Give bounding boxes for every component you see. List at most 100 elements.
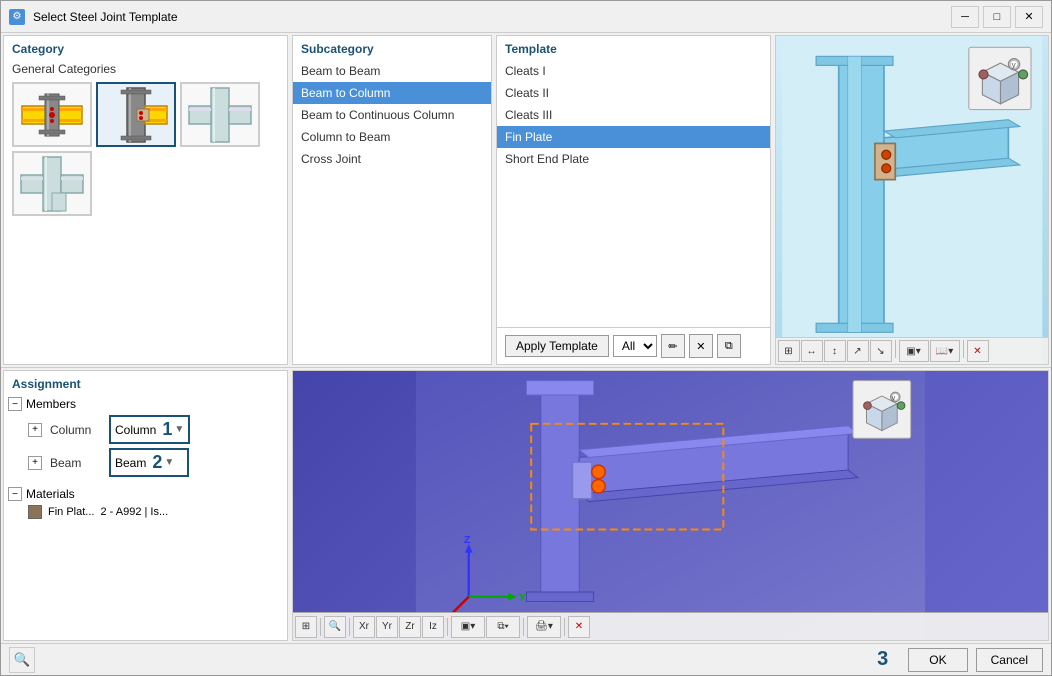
- svg-text:Z: Z: [464, 534, 471, 546]
- category-header: Category: [4, 36, 287, 60]
- category-item-1[interactable]: [12, 82, 92, 147]
- preview-tb-btn-1[interactable]: ⊞: [778, 340, 800, 362]
- template-item-5[interactable]: Short End Plate: [497, 148, 770, 170]
- title-bar-controls: ─ □ ✕: [951, 6, 1043, 28]
- template-item-4[interactable]: Fin Plate: [497, 126, 770, 148]
- filter-dropdown[interactable]: All: [613, 335, 657, 357]
- column-expand[interactable]: +: [28, 423, 42, 437]
- template-copy-button[interactable]: ⧉: [717, 334, 741, 358]
- beam-number: 2: [152, 452, 162, 473]
- template-list: Cleats I Cleats II Cleats III Fin Plate …: [497, 60, 770, 327]
- beam-value: Beam: [115, 456, 146, 470]
- material-color-swatch: [28, 505, 42, 519]
- viewport-svg: y Z: [293, 371, 1048, 640]
- top-section: Category General Categories: [1, 33, 1051, 368]
- ok-button[interactable]: OK: [908, 648, 967, 672]
- title-bar: ⚙ Select Steel Joint Template ─ □ ✕: [1, 1, 1051, 33]
- beam-member-row: + Beam Beam 2 ▼: [4, 446, 287, 479]
- preview-tb-btn-2[interactable]: ↔: [801, 340, 823, 362]
- vp-sep-2: [447, 618, 448, 636]
- category-item-4[interactable]: [12, 151, 92, 216]
- subcategory-item-3[interactable]: Beam to Continuous Column: [293, 104, 491, 126]
- close-button[interactable]: ✕: [1015, 6, 1043, 28]
- template-item-3[interactable]: Cleats III: [497, 104, 770, 126]
- beam-dropdown[interactable]: Beam 2 ▼: [109, 448, 189, 477]
- preview-bottom-toolbar: ⊞ ↔ ↕ ↗ ↘ ▣▾ 📖▾ ✕: [776, 337, 1049, 364]
- preview-panel: y ⊞ ↔ ↕ ↗ ↘ ▣▾ 📖▾: [775, 35, 1050, 365]
- preview-tb-btn-4[interactable]: ↗: [847, 340, 869, 362]
- category-grid: [4, 82, 287, 216]
- vp-sep-0: [320, 618, 321, 636]
- tb-sep-1: [895, 340, 896, 358]
- vp-tb-btn-5[interactable]: Zr: [399, 616, 421, 638]
- materials-label: Materials: [26, 487, 283, 501]
- step-number: 3: [877, 648, 888, 671]
- material-label: Fin Plat...: [48, 506, 94, 518]
- category-item-3[interactable]: [180, 82, 260, 147]
- svg-text:y: y: [1011, 61, 1015, 70]
- vp-tb-btn-3[interactable]: Xr: [353, 616, 375, 638]
- vp-tb-btn-8[interactable]: ⧉▾: [486, 616, 520, 638]
- template-item-2[interactable]: Cleats II: [497, 82, 770, 104]
- viewport-bottom-toolbar: ⊞ 🔍 Xr Yr Zr Iz ▣▾ ⧉▾ 🖨▾: [293, 612, 1048, 640]
- bottom-section: Assignment − Members + Column Column 1 ▼: [1, 368, 1051, 643]
- tb-sep-2: [963, 340, 964, 358]
- members-tree-item[interactable]: − Members: [4, 395, 287, 413]
- vp-tb-btn-2[interactable]: 🔍: [324, 616, 346, 638]
- t-joint-icon: [17, 155, 87, 213]
- subcategory-item-2[interactable]: Beam to Column: [293, 82, 491, 104]
- vp-sep-3: [523, 618, 524, 636]
- column-number: 1: [162, 419, 172, 440]
- template-edit-button[interactable]: ✏: [661, 334, 685, 358]
- preview-tb-btn-6[interactable]: ▣▾: [899, 340, 929, 362]
- preview-tb-btn-5[interactable]: ↘: [870, 340, 892, 362]
- vp-tb-btn-6[interactable]: Iz: [422, 616, 444, 638]
- template-item-1[interactable]: Cleats I: [497, 60, 770, 82]
- footer-right: 3 OK Cancel: [877, 648, 1043, 672]
- svg-text:y: y: [891, 393, 895, 402]
- maximize-button[interactable]: □: [983, 6, 1011, 28]
- vp-tb-btn-4[interactable]: Yr: [376, 616, 398, 638]
- materials-expand[interactable]: −: [8, 487, 22, 501]
- material-row: Fin Plat... 2 - A992 | Is...: [4, 503, 287, 521]
- beam-column-icon: [101, 86, 171, 144]
- vp-sep-4: [564, 618, 565, 636]
- footer-left: 🔍: [9, 647, 35, 673]
- main-window: ⚙ Select Steel Joint Template ─ □ ✕ Cate…: [0, 0, 1052, 676]
- subcategory-item-5[interactable]: Cross Joint: [293, 148, 491, 170]
- vp-sep-1: [349, 618, 350, 636]
- preview-tb-btn-8[interactable]: ✕: [967, 340, 989, 362]
- materials-tree-item[interactable]: − Materials: [4, 485, 287, 503]
- column-dropdown[interactable]: Column 1 ▼: [109, 415, 190, 444]
- vp-tb-btn-1[interactable]: ⊞: [295, 616, 317, 638]
- category-item-2[interactable]: [96, 82, 176, 147]
- subcategory-item-4[interactable]: Column to Beam: [293, 126, 491, 148]
- category-panel: Category General Categories: [3, 35, 288, 365]
- subcategory-item-1[interactable]: Beam to Beam: [293, 60, 491, 82]
- search-icon: 🔍: [14, 652, 31, 668]
- subcategory-header: Subcategory: [293, 36, 491, 60]
- preview-tb-btn-7[interactable]: 📖▾: [930, 340, 960, 362]
- beam-dropdown-arrow: ▼: [164, 457, 174, 468]
- template-header: Template: [497, 36, 770, 60]
- vp-tb-btn-10[interactable]: ✕: [568, 616, 590, 638]
- preview-3d-scene: y: [776, 36, 1049, 364]
- beam-expand[interactable]: +: [28, 456, 42, 470]
- column-member-label: Column: [50, 423, 105, 437]
- assignment-header: Assignment: [4, 371, 287, 395]
- apply-template-button[interactable]: Apply Template: [505, 335, 609, 357]
- search-button[interactable]: 🔍: [9, 647, 35, 673]
- members-expand[interactable]: −: [8, 397, 22, 411]
- preview-tb-btn-3[interactable]: ↕: [824, 340, 846, 362]
- beam-beam-icon: [17, 86, 87, 144]
- column-value: Column: [115, 423, 156, 437]
- viewport-3d: y Z: [293, 371, 1048, 640]
- minimize-button[interactable]: ─: [951, 6, 979, 28]
- assignment-panel: Assignment − Members + Column Column 1 ▼: [3, 370, 288, 641]
- vp-tb-btn-9[interactable]: 🖨▾: [527, 616, 561, 638]
- cancel-button[interactable]: Cancel: [976, 648, 1043, 672]
- template-close-button[interactable]: ✕: [689, 334, 713, 358]
- beam-member-label: Beam: [50, 456, 105, 470]
- window-title: Select Steel Joint Template: [33, 10, 178, 24]
- vp-tb-btn-7[interactable]: ▣▾: [451, 616, 485, 638]
